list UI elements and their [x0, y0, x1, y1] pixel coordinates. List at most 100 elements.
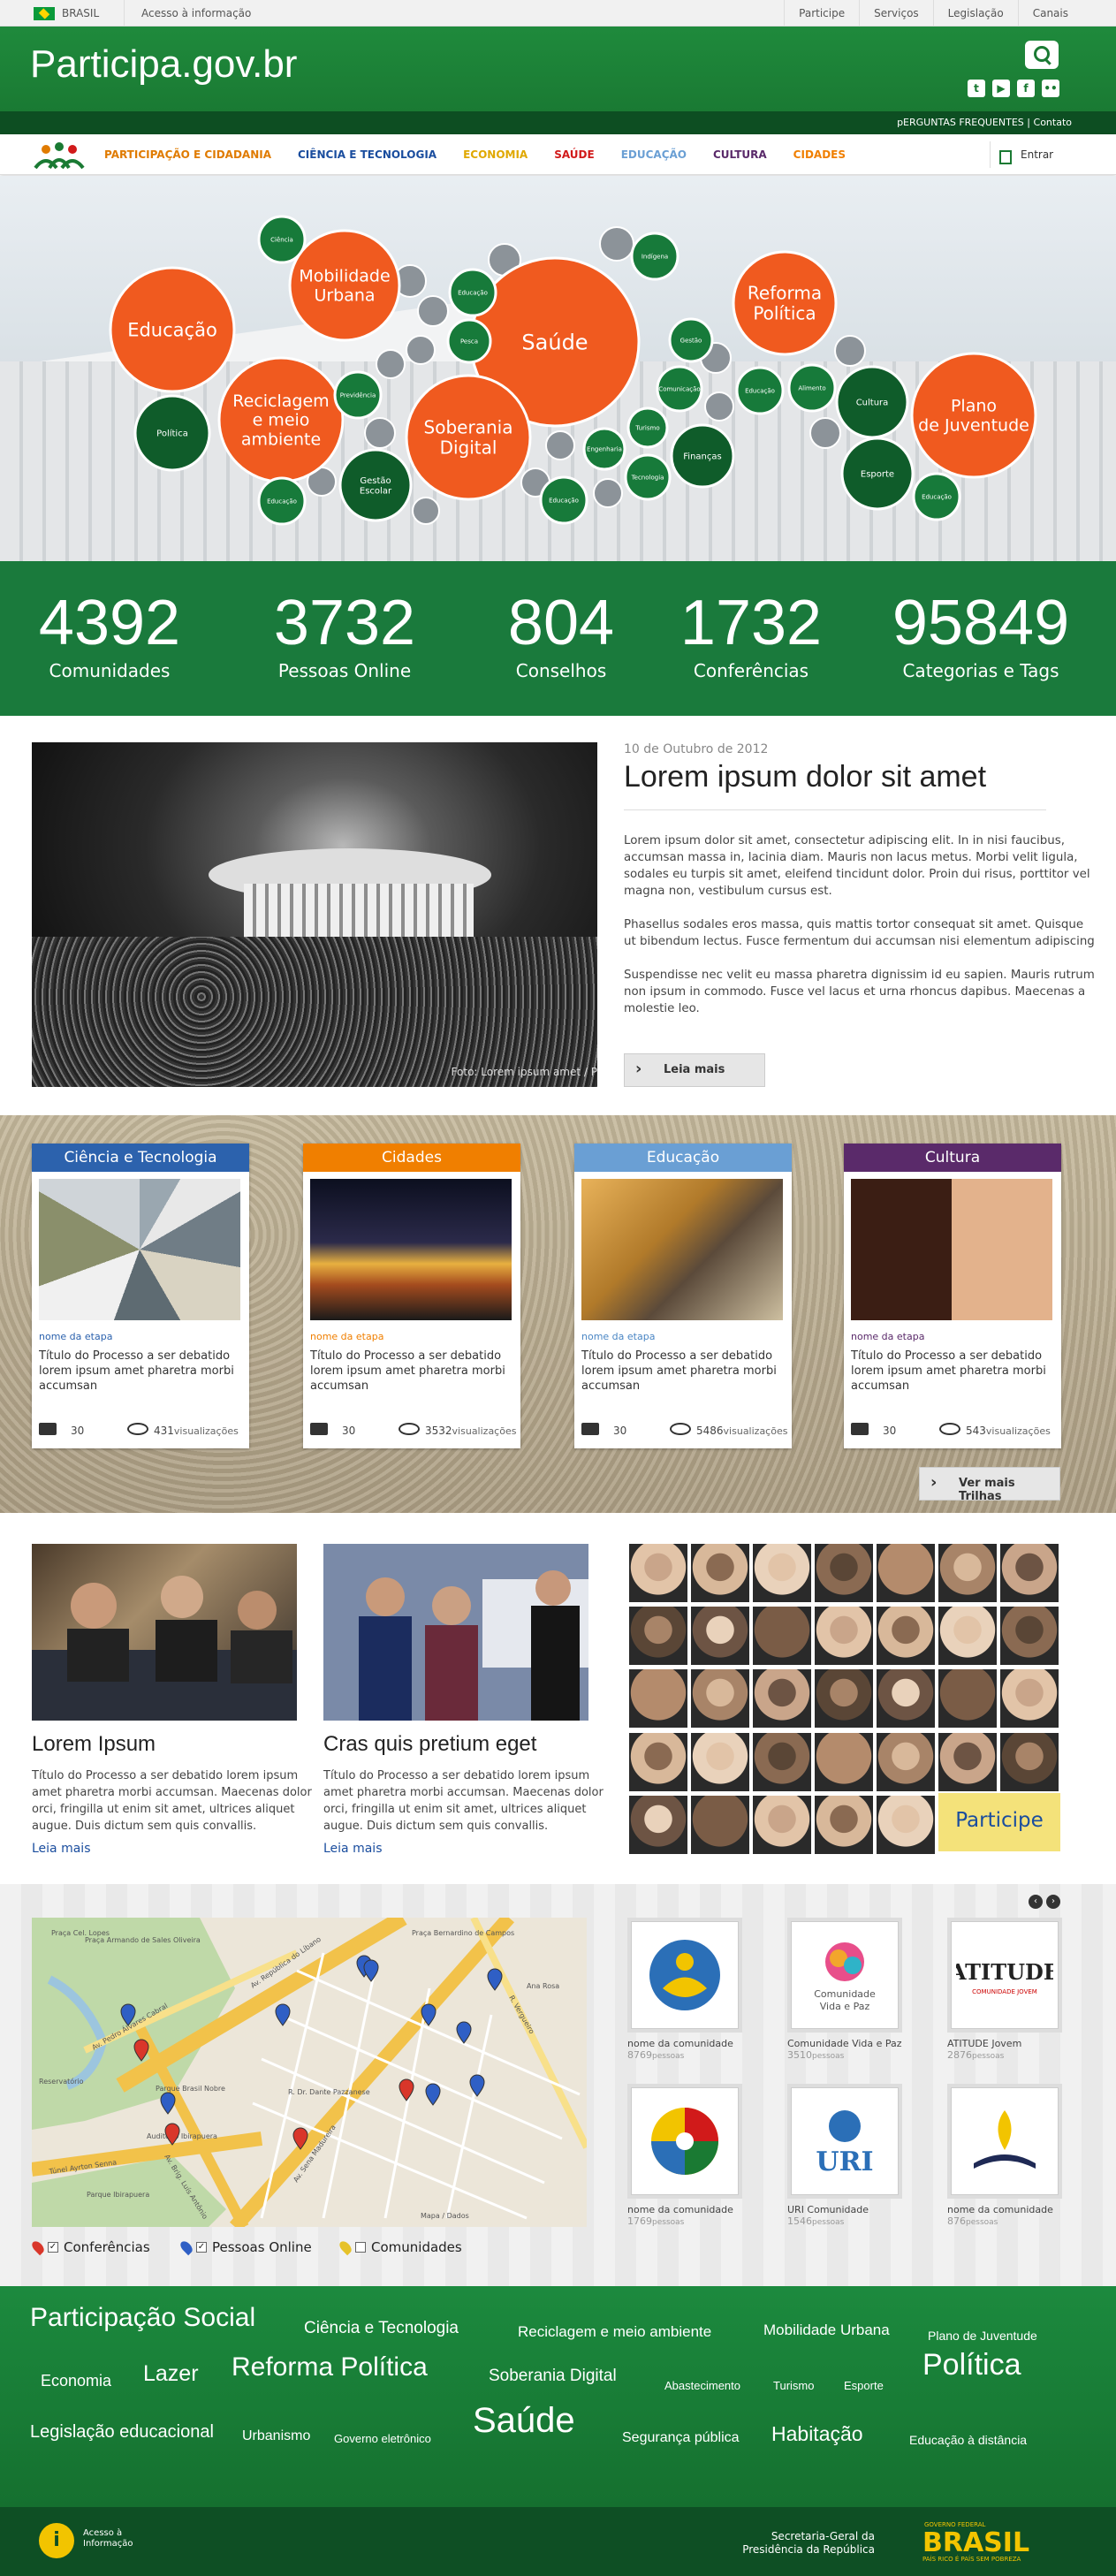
map[interactable]: Praça Cel. Lopes Praça Armando de Sales …: [32, 1918, 587, 2227]
trail-category[interactable]: Ciência e Tecnologia: [32, 1144, 249, 1172]
community-name[interactable]: ATITUDE Jovem: [947, 2038, 1062, 2049]
tag-link[interactable]: Urbanismo: [242, 2428, 310, 2444]
gov-brasil-link[interactable]: BRASIL: [62, 7, 99, 19]
topic-bubble[interactable]: MobilidadeUrbana: [288, 229, 401, 342]
avatar[interactable]: [1000, 1544, 1059, 1602]
community-name[interactable]: nome da comunidade: [627, 2038, 742, 2049]
menu-item-cultura[interactable]: CULTURA: [713, 148, 767, 161]
avatar[interactable]: [1000, 1607, 1059, 1666]
avatar[interactable]: [1000, 1732, 1059, 1791]
topic-bubble[interactable]: Reciclageme meioambiente: [217, 356, 345, 483]
participa-logo[interactable]: [34, 141, 85, 170]
menu-item-saude[interactable]: SAÚDE: [554, 148, 594, 161]
menu-item-educacao[interactable]: EDUCAÇÃO: [621, 148, 687, 161]
minor-topic-bubble[interactable]: [412, 497, 440, 525]
topic-bubble[interactable]: ReformaPolítica: [732, 250, 838, 356]
topic-bubble[interactable]: Gestão: [668, 317, 714, 363]
map-pin-icon[interactable]: [164, 2123, 180, 2146]
tag-link[interactable]: Legislação educacional: [30, 2422, 214, 2443]
avatar[interactable]: [815, 1669, 873, 1729]
community-name[interactable]: nome da comunidade: [947, 2204, 1062, 2215]
community-item[interactable]: nome da comunidade 876pessoas: [947, 2084, 1062, 2227]
next-arrow-icon[interactable]: ›: [1046, 1895, 1060, 1909]
tag-link[interactable]: Reforma Política: [232, 2352, 428, 2382]
topic-bubble[interactable]: Ciência: [257, 215, 307, 264]
site-title[interactable]: Participa.gov.br: [30, 42, 297, 87]
gov-link-legislacao[interactable]: Legislação: [932, 0, 1018, 27]
gov-link-servicos[interactable]: Serviços: [859, 0, 933, 27]
trail-title[interactable]: Título do Processo a ser debatido lorem …: [581, 1349, 786, 1394]
tag-link[interactable]: Reciclagem e meio ambiente: [518, 2323, 711, 2341]
trail-stage[interactable]: nome da etapa: [851, 1331, 924, 1342]
trail-stage[interactable]: nome da etapa: [310, 1331, 383, 1342]
news-photo[interactable]: Foto: Lorem ipsum amet / P: [32, 742, 597, 1087]
community-item[interactable]: URI URI Comunidade 1546pessoas: [787, 2084, 902, 2227]
tag-link[interactable]: Saúde: [473, 2401, 575, 2441]
topic-bubble[interactable]: Comunicação: [656, 365, 703, 413]
community-name[interactable]: URI Comunidade: [787, 2204, 902, 2215]
topic-bubble[interactable]: Educação: [448, 268, 497, 317]
avatar[interactable]: [691, 1669, 749, 1729]
minor-topic-bubble[interactable]: [406, 335, 436, 365]
community-item[interactable]: nome da comunidade 8769pessoas: [627, 1918, 742, 2061]
avatar[interactable]: [877, 1607, 935, 1666]
avatar[interactable]: [691, 1732, 749, 1791]
login-button[interactable]: Entrar: [990, 141, 1053, 168]
avatar[interactable]: [629, 1795, 687, 1854]
avatar[interactable]: [877, 1732, 935, 1791]
menu-item-cidades[interactable]: CIDADES: [793, 148, 846, 161]
news-title[interactable]: Lorem ipsum dolor sit amet: [624, 760, 986, 794]
read-more-button[interactable]: Leia mais: [624, 1053, 765, 1087]
legend-checkbox[interactable]: [355, 2242, 366, 2253]
article-read-more-link[interactable]: Leia mais: [323, 1842, 383, 1856]
menu-item-ciencia[interactable]: CIÊNCIA E TECNOLOGIA: [298, 148, 437, 161]
legend-checkbox[interactable]: ✓: [48, 2242, 58, 2253]
legend-pessoas-online[interactable]: ✓ Pessoas Online: [178, 2238, 312, 2256]
topic-bubble[interactable]: Educação: [912, 472, 961, 521]
trail-image[interactable]: [851, 1179, 1052, 1320]
topic-bubble[interactable]: Finanças: [670, 423, 735, 489]
topic-bubble[interactable]: Turismo: [626, 407, 669, 449]
trail-image[interactable]: [310, 1179, 512, 1320]
map-pin-icon[interactable]: [425, 2083, 441, 2106]
twitter-icon[interactable]: t: [968, 80, 985, 97]
tag-link[interactable]: Esporte: [844, 2379, 884, 2392]
topic-bubble[interactable]: Educação: [109, 266, 236, 393]
avatar[interactable]: [877, 1669, 935, 1729]
map-pin-icon[interactable]: [292, 2127, 308, 2150]
tag-link[interactable]: Turismo: [773, 2379, 814, 2392]
avatar[interactable]: [753, 1607, 811, 1666]
community-logo[interactable]: [627, 1918, 742, 2033]
avatar[interactable]: [629, 1669, 687, 1729]
map-pin-icon[interactable]: [487, 1968, 503, 1991]
tag-link[interactable]: Habitação: [771, 2422, 863, 2446]
legend-conferencias[interactable]: ✓ Conferências: [29, 2238, 150, 2256]
topic-bubble[interactable]: SoberaniaDigital: [405, 374, 532, 501]
article-title[interactable]: Cras quis pretium eget: [323, 1732, 536, 1757]
flickr-icon[interactable]: ••: [1042, 80, 1059, 97]
avatar[interactable]: [877, 1544, 935, 1602]
access-info-label[interactable]: Acesso à Informação: [83, 2528, 136, 2549]
avatar[interactable]: [753, 1669, 811, 1729]
avatar[interactable]: [1000, 1669, 1059, 1729]
trail-category[interactable]: Cidades: [303, 1144, 520, 1172]
map-pin-icon[interactable]: [133, 2039, 149, 2062]
article-photo[interactable]: [32, 1544, 297, 1721]
avatar[interactable]: [877, 1795, 935, 1854]
topic-bubble[interactable]: Educação: [539, 475, 588, 525]
avatar[interactable]: [815, 1732, 873, 1791]
avatar[interactable]: [691, 1544, 749, 1602]
trail-stage[interactable]: nome da etapa: [581, 1331, 655, 1342]
topic-bubble[interactable]: GestãoEscolar: [338, 448, 413, 522]
minor-topic-bubble[interactable]: [593, 478, 623, 508]
map-pin-icon[interactable]: [363, 1959, 379, 1982]
map-pin-icon[interactable]: [399, 2078, 414, 2101]
community-logo[interactable]: [947, 2084, 1062, 2199]
minor-topic-bubble[interactable]: [704, 391, 734, 422]
trail-card[interactable]: Cultura nome da etapa Título do Processo…: [844, 1144, 1061, 1448]
trail-category[interactable]: Educação: [574, 1144, 792, 1172]
minor-topic-bubble[interactable]: [545, 430, 575, 460]
tag-link[interactable]: Lazer: [143, 2361, 199, 2387]
more-trails-button[interactable]: Ver mais Trilhas: [919, 1467, 1060, 1503]
gov-link-canais[interactable]: Canais: [1017, 0, 1082, 27]
